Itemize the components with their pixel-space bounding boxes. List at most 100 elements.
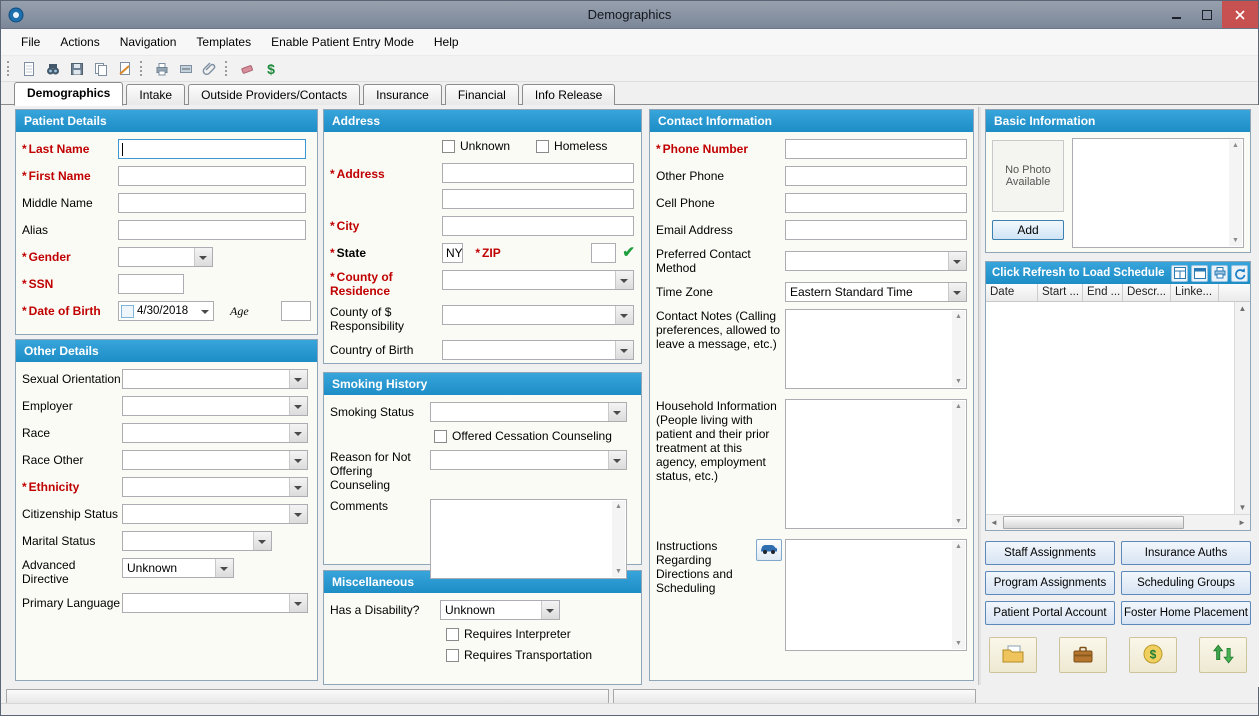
menu-help[interactable]: Help	[424, 30, 469, 54]
menu-templates[interactable]: Templates	[186, 30, 261, 54]
scroll-up-icon[interactable]: ▲	[1232, 142, 1239, 149]
offered-cessation-counseling-checkbox[interactable]: Offered Cessation Counseling	[434, 429, 612, 443]
race-other-dropdown[interactable]	[122, 450, 308, 470]
tab-insurance[interactable]: Insurance	[363, 84, 442, 105]
billing-button[interactable]: $	[1129, 637, 1177, 673]
scheduling-groups-button[interactable]: Scheduling Groups	[1121, 571, 1251, 595]
scroll-up-icon[interactable]: ▲	[615, 503, 622, 510]
address-unknown-checkbox[interactable]: Unknown	[442, 139, 510, 153]
scroll-down-icon[interactable]: ▼	[955, 378, 962, 385]
scroll-down-icon[interactable]: ▼	[955, 518, 962, 525]
scroll-down-icon[interactable]: ▼	[1232, 237, 1239, 244]
scroll-up-icon[interactable]: ▲	[955, 313, 962, 320]
menu-actions[interactable]: Actions	[50, 30, 109, 54]
documents-folder-button[interactable]	[989, 637, 1037, 673]
eraser-icon[interactable]	[237, 59, 257, 79]
minimize-button[interactable]	[1162, 1, 1192, 28]
cell-phone-input[interactable]	[785, 193, 967, 213]
address-line2-input[interactable]	[442, 189, 634, 209]
close-button[interactable]	[1222, 1, 1258, 28]
refresh-icon[interactable]	[1231, 264, 1248, 282]
city-input[interactable]	[442, 216, 634, 236]
vertical-splitter[interactable]	[978, 107, 981, 685]
smoking-status-dropdown[interactable]	[430, 402, 627, 422]
tab-intake[interactable]: Intake	[126, 84, 186, 105]
preferred-contact-method-dropdown[interactable]	[785, 251, 967, 271]
signature-icon[interactable]	[115, 59, 135, 79]
menu-file[interactable]: File	[11, 30, 50, 54]
search-icon[interactable]	[43, 59, 63, 79]
ssn-input[interactable]	[118, 274, 184, 294]
age-input[interactable]	[281, 301, 311, 321]
alias-input[interactable]	[118, 220, 306, 240]
other-phone-input[interactable]	[785, 166, 967, 186]
transfer-button[interactable]	[1199, 637, 1247, 673]
billing-icon[interactable]: $	[261, 59, 281, 79]
insurance-auths-button[interactable]: Insurance Auths	[1121, 541, 1251, 565]
column-header-date[interactable]: Date	[986, 284, 1038, 301]
marital-status-dropdown[interactable]	[122, 531, 272, 551]
textarea-scrollbar[interactable]: ▲ ▼	[952, 541, 965, 649]
advanced-directive-dropdown[interactable]: Unknown	[122, 558, 234, 578]
foster-home-placement-button[interactable]: Foster Home Placement	[1121, 601, 1251, 625]
citizenship-status-dropdown[interactable]	[122, 504, 308, 524]
patient-portal-account-button[interactable]: Patient Portal Account	[985, 601, 1115, 625]
scroll-left-icon[interactable]: ◄	[986, 515, 1002, 530]
homeless-checkbox[interactable]: Homeless	[536, 139, 607, 153]
add-photo-button[interactable]: Add	[992, 220, 1064, 240]
employer-combo[interactable]	[122, 396, 308, 416]
middle-name-input[interactable]	[118, 193, 306, 213]
phone-number-input[interactable]	[785, 139, 967, 159]
grid-view-icon[interactable]	[1171, 264, 1188, 282]
scroll-up-icon[interactable]: ▲	[955, 403, 962, 410]
textarea-scrollbar[interactable]: ▲ ▼	[952, 311, 965, 387]
new-document-icon[interactable]	[19, 59, 39, 79]
state-input[interactable]: NY	[442, 243, 464, 263]
comments-textarea[interactable]: ▲ ▼	[430, 499, 627, 579]
scroll-down-icon[interactable]: ▼	[955, 640, 962, 647]
first-name-input[interactable]	[118, 166, 306, 186]
requires-transportation-checkbox[interactable]: Requires Transportation	[446, 648, 592, 662]
column-header-end[interactable]: End ...	[1083, 284, 1123, 301]
attachment-icon[interactable]	[200, 59, 220, 79]
tab-financial[interactable]: Financial	[444, 84, 519, 105]
reason-not-offering-dropdown[interactable]	[430, 450, 627, 470]
email-address-input[interactable]	[785, 220, 967, 240]
printer-icon[interactable]	[1211, 264, 1228, 282]
chevron-down-icon[interactable]	[198, 302, 213, 320]
schedule-horizontal-scrollbar[interactable]: ◄ ►	[986, 514, 1250, 530]
calendar-icon[interactable]	[1191, 264, 1208, 282]
last-name-input[interactable]	[118, 139, 306, 159]
tab-outside-providers-contacts[interactable]: Outside Providers/Contacts	[188, 84, 361, 105]
date-of-birth-picker[interactable]: 4/30/2018	[118, 301, 214, 321]
country-of-birth-dropdown[interactable]	[442, 340, 634, 360]
horizontal-scrollbar-right[interactable]	[613, 689, 976, 704]
column-header-description[interactable]: Descr...	[1123, 284, 1171, 301]
zip-input[interactable]	[591, 243, 617, 263]
sexual-orientation-dropdown[interactable]	[122, 369, 308, 389]
photo-listbox[interactable]: ▲ ▼	[1072, 138, 1244, 248]
textarea-scrollbar[interactable]: ▲ ▼	[612, 501, 625, 577]
requires-interpreter-checkbox[interactable]: Requires Interpreter	[446, 627, 571, 641]
tab-info-release[interactable]: Info Release	[521, 84, 616, 105]
race-dropdown[interactable]	[122, 423, 308, 443]
scan-icon[interactable]	[176, 59, 196, 79]
primary-language-dropdown[interactable]	[122, 593, 308, 613]
schedule-grid[interactable]	[986, 302, 1234, 514]
county-of-responsibility-dropdown[interactable]	[442, 305, 634, 325]
copy-icon[interactable]	[91, 59, 111, 79]
program-assignments-button[interactable]: Program Assignments	[985, 571, 1115, 595]
horizontal-scrollbar-left[interactable]	[6, 689, 609, 704]
textarea-scrollbar[interactable]: ▲ ▼	[952, 401, 965, 527]
directions-button[interactable]	[756, 539, 782, 561]
ethnicity-dropdown[interactable]	[122, 477, 308, 497]
briefcase-button[interactable]	[1059, 637, 1107, 673]
time-zone-dropdown[interactable]: Eastern Standard Time	[785, 282, 967, 302]
scroll-down-icon[interactable]: ▼	[615, 568, 622, 575]
gender-dropdown[interactable]	[118, 247, 213, 267]
menu-navigation[interactable]: Navigation	[110, 30, 187, 54]
staff-assignments-button[interactable]: Staff Assignments	[985, 541, 1115, 565]
menu-enable-patient-entry-mode[interactable]: Enable Patient Entry Mode	[261, 30, 424, 54]
listbox-scrollbar[interactable]: ▲ ▼	[1229, 140, 1242, 246]
maximize-button[interactable]	[1192, 1, 1222, 28]
